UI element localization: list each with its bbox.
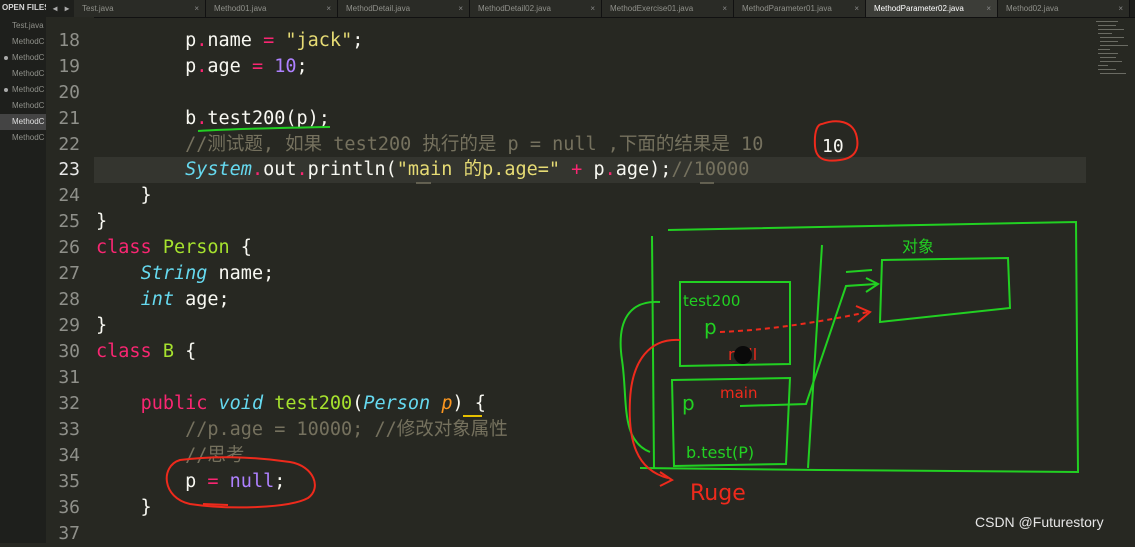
test200-frame-p: p: [704, 315, 717, 339]
handwritten-annotations: 10 对象 test200 p null p main b.test(P) Ru…: [165, 120, 1080, 509]
null-circle: [165, 456, 316, 509]
main-frame-label: main: [720, 384, 757, 402]
test200-p-to-object-arrow: [719, 311, 869, 333]
test200-frame-label: test200: [683, 292, 740, 310]
stack-bottom-line: [639, 467, 821, 471]
stack-left-line: [651, 235, 655, 469]
main-p-to-object-arrow: [739, 283, 877, 407]
object-box: [878, 256, 1012, 324]
green-top-arrow: [845, 269, 873, 273]
call-underline: [197, 126, 331, 132]
cursor-dot: [734, 346, 752, 364]
watermark: CSDN @Futurestory: [975, 514, 1104, 530]
main-frame-btest: b.test(P): [686, 443, 754, 462]
null-underline: [202, 503, 229, 506]
red-arc-head: [659, 471, 674, 487]
stack-label: Ruge: [690, 481, 746, 506]
answer-number: 10: [822, 136, 844, 157]
stack-right-line: [807, 244, 823, 469]
main-frame-p: p: [682, 391, 695, 415]
object-label: 对象: [902, 237, 934, 256]
